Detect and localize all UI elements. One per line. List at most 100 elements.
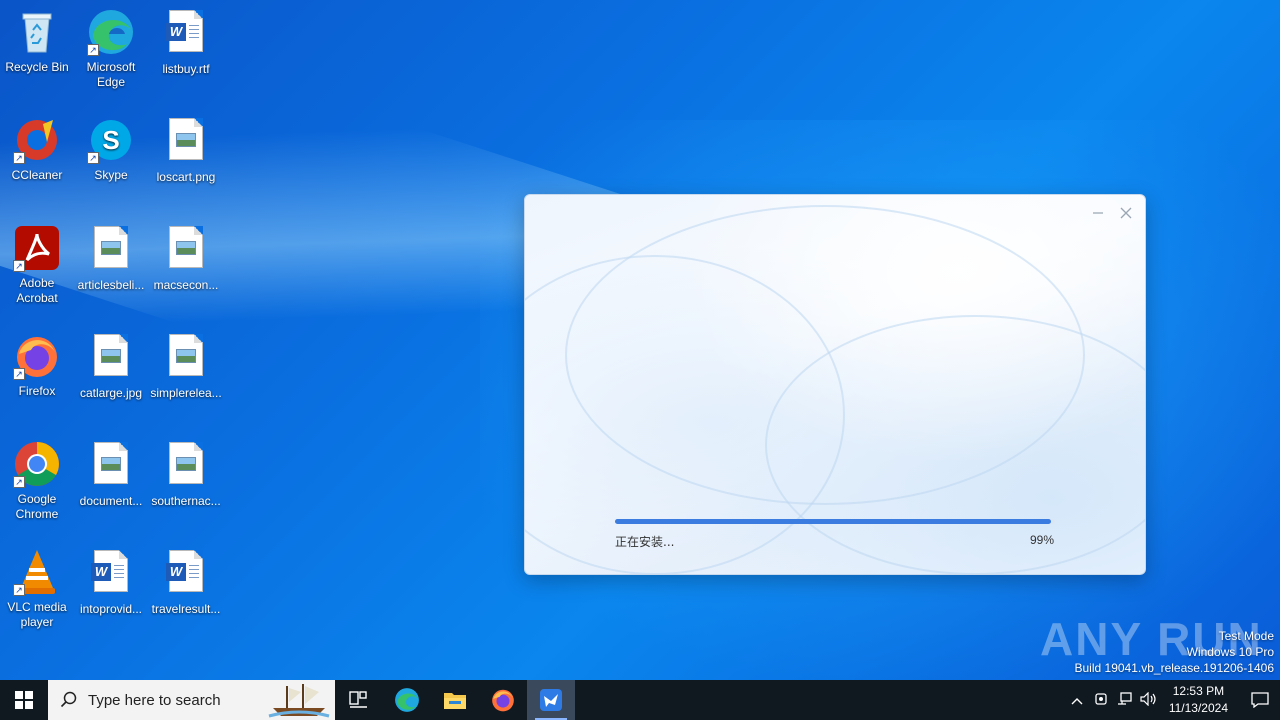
search-icon (60, 691, 77, 708)
desktop-icon-adobe-acrobat[interactable]: ↗ Adobe Acrobat (0, 224, 74, 306)
desktop-icon-document[interactable]: document... (74, 440, 148, 509)
desktop-icon-intoprovid[interactable]: W intoprovid... (74, 548, 148, 617)
desktop-icon-southernac[interactable]: southernac... (149, 440, 223, 509)
search-placeholder: Type here to search (88, 691, 221, 709)
shortcut-arrow-icon: ↗ (13, 260, 25, 272)
skype-icon: S ↗ (87, 116, 135, 164)
svg-text:S: S (102, 125, 119, 155)
desktop-icon-label: loscart.png (156, 170, 216, 184)
desktop-icon-label: southernac... (151, 494, 221, 508)
desktop-icon-label: Firefox (18, 384, 56, 398)
notification-center-button[interactable] (1240, 680, 1280, 720)
desktop-icon-loscart[interactable]: loscart.png (149, 116, 223, 185)
firefox-icon (492, 689, 514, 712)
chrome-icon: ↗ (13, 440, 61, 488)
installer-window[interactable]: 正在安装... 99% (524, 194, 1146, 575)
desktop-icon-label: macsecon... (153, 278, 219, 292)
watermark-build: Build 19041.vb_release.191206-1406 (1074, 661, 1275, 675)
desktop-icon-label: intoprovid... (79, 602, 143, 616)
tray-network-button[interactable] (1113, 691, 1137, 709)
desktop-icon-simplerelea[interactable]: simplerelea... (149, 332, 223, 401)
image-file-icon (162, 118, 210, 166)
progress-percent: 99% (1029, 533, 1054, 547)
desktop-icon-skype[interactable]: S ↗ Skype (74, 116, 148, 183)
desktop-icon-vlc[interactable]: ↗ VLC media player (0, 548, 74, 630)
desktop-icon-label: articlesbeli... (77, 278, 145, 292)
watermark-test-mode: Test Mode (1218, 629, 1274, 643)
chevron-up-icon (1071, 697, 1083, 704)
clock-time: 12:53 PM (1172, 684, 1225, 698)
shortcut-arrow-icon: ↗ (87, 152, 99, 164)
minimize-icon (1093, 212, 1103, 214)
notification-icon (1251, 692, 1269, 708)
system-tray: 12:53 PM 11/13/2024 (1065, 680, 1280, 720)
taskbar: Type here to search 12:53 PM 11/13/2024 (0, 680, 1280, 720)
desktop-icon-google-chrome[interactable]: ↗ Google Chrome (0, 440, 74, 522)
shortcut-arrow-icon: ↗ (13, 368, 25, 380)
task-view-icon (349, 691, 367, 708)
desktop-icon-recycle-bin[interactable]: Recycle Bin (0, 8, 74, 75)
ccleaner-icon: ↗ (13, 116, 61, 164)
desktop-icon-label: Google Chrome (15, 492, 59, 521)
device-icon (1095, 692, 1107, 705)
desktop-icon-travelresult[interactable]: W travelresult... (149, 548, 223, 617)
file-explorer-icon (444, 693, 466, 709)
desktop-icon-articlesbeli[interactable]: articlesbeli... (74, 224, 148, 293)
watermark-edition: Windows 10 Pro (1186, 645, 1274, 659)
network-icon (1117, 691, 1132, 705)
taskbar-installer-button[interactable] (527, 680, 575, 720)
clock-date: 11/13/2024 (1168, 701, 1228, 715)
desktop-icon-label: Microsoft Edge (86, 60, 136, 89)
shortcut-arrow-icon: ↗ (13, 584, 25, 596)
desktop-icon-ccleaner[interactable]: ↗ CCleaner (0, 116, 74, 183)
edge-icon: ↗ (87, 8, 135, 56)
vlc-icon: ↗ (13, 548, 61, 596)
desktop-icon-macsecon[interactable]: macsecon... (149, 224, 223, 293)
desktop-icon-listbuy[interactable]: W listbuy.rtf (149, 8, 223, 77)
shortcut-arrow-icon: ↗ (13, 152, 25, 164)
desktop-icon-label: CCleaner (11, 168, 63, 182)
start-button[interactable] (0, 680, 48, 720)
taskbar-file-explorer-button[interactable] (431, 680, 479, 720)
desktop-icon-label: simplerelea... (150, 386, 222, 400)
desktop-icon-firefox[interactable]: ↗ Firefox (0, 332, 74, 399)
recycle-bin-icon (13, 8, 61, 56)
task-view-button[interactable] (335, 680, 383, 720)
firefox-icon: ↗ (13, 332, 61, 380)
minimize-button[interactable] (1087, 205, 1109, 225)
image-file-icon (162, 442, 210, 490)
image-file-icon (162, 226, 210, 274)
image-file-icon (87, 442, 135, 490)
word-document-icon: W (162, 10, 210, 58)
search-highlight-pirate-ship-icon (268, 684, 330, 718)
show-hidden-icons-button[interactable] (1065, 693, 1089, 708)
desktop-icon-label: catlarge.jpg (79, 386, 143, 400)
shortcut-arrow-icon: ↗ (13, 476, 25, 488)
installer-app-icon (540, 689, 562, 711)
desktop-icon-catlarge[interactable]: catlarge.jpg (74, 332, 148, 401)
image-file-icon (87, 226, 135, 274)
image-file-icon (162, 334, 210, 382)
taskbar-firefox-button[interactable] (479, 680, 527, 720)
tray-volume-button[interactable] (1137, 691, 1161, 709)
taskbar-clock[interactable]: 12:53 PM 11/13/2024 (1169, 683, 1228, 717)
desktop-icon-label: Skype (94, 168, 128, 182)
close-button[interactable] (1115, 205, 1137, 225)
tray-device-button[interactable] (1089, 692, 1113, 709)
desktop-icon-label: travelresult... (151, 602, 221, 616)
edge-icon (395, 688, 419, 712)
desktop-icon-label: Recycle Bin (5, 60, 69, 74)
install-status-text: 正在安装... (615, 535, 675, 549)
shortcut-arrow-icon: ↗ (87, 44, 99, 56)
windows-watermark: Test Mode Windows 10 Pro Build 19041.vb_… (1075, 628, 1275, 676)
desktop-icon-label: listbuy.rtf (162, 62, 210, 76)
taskbar-edge-button[interactable] (383, 680, 431, 720)
desktop-icon-microsoft-edge[interactable]: ↗ Microsoft Edge (74, 8, 148, 90)
close-icon (1120, 207, 1132, 219)
desktop-icon-label: document... (79, 494, 143, 508)
windows-logo-icon (15, 691, 33, 709)
word-document-icon: W (162, 550, 210, 598)
word-document-icon: W (87, 550, 135, 598)
desktop-icon-label: VLC media player (7, 600, 67, 629)
taskbar-search-box[interactable]: Type here to search (48, 680, 335, 720)
